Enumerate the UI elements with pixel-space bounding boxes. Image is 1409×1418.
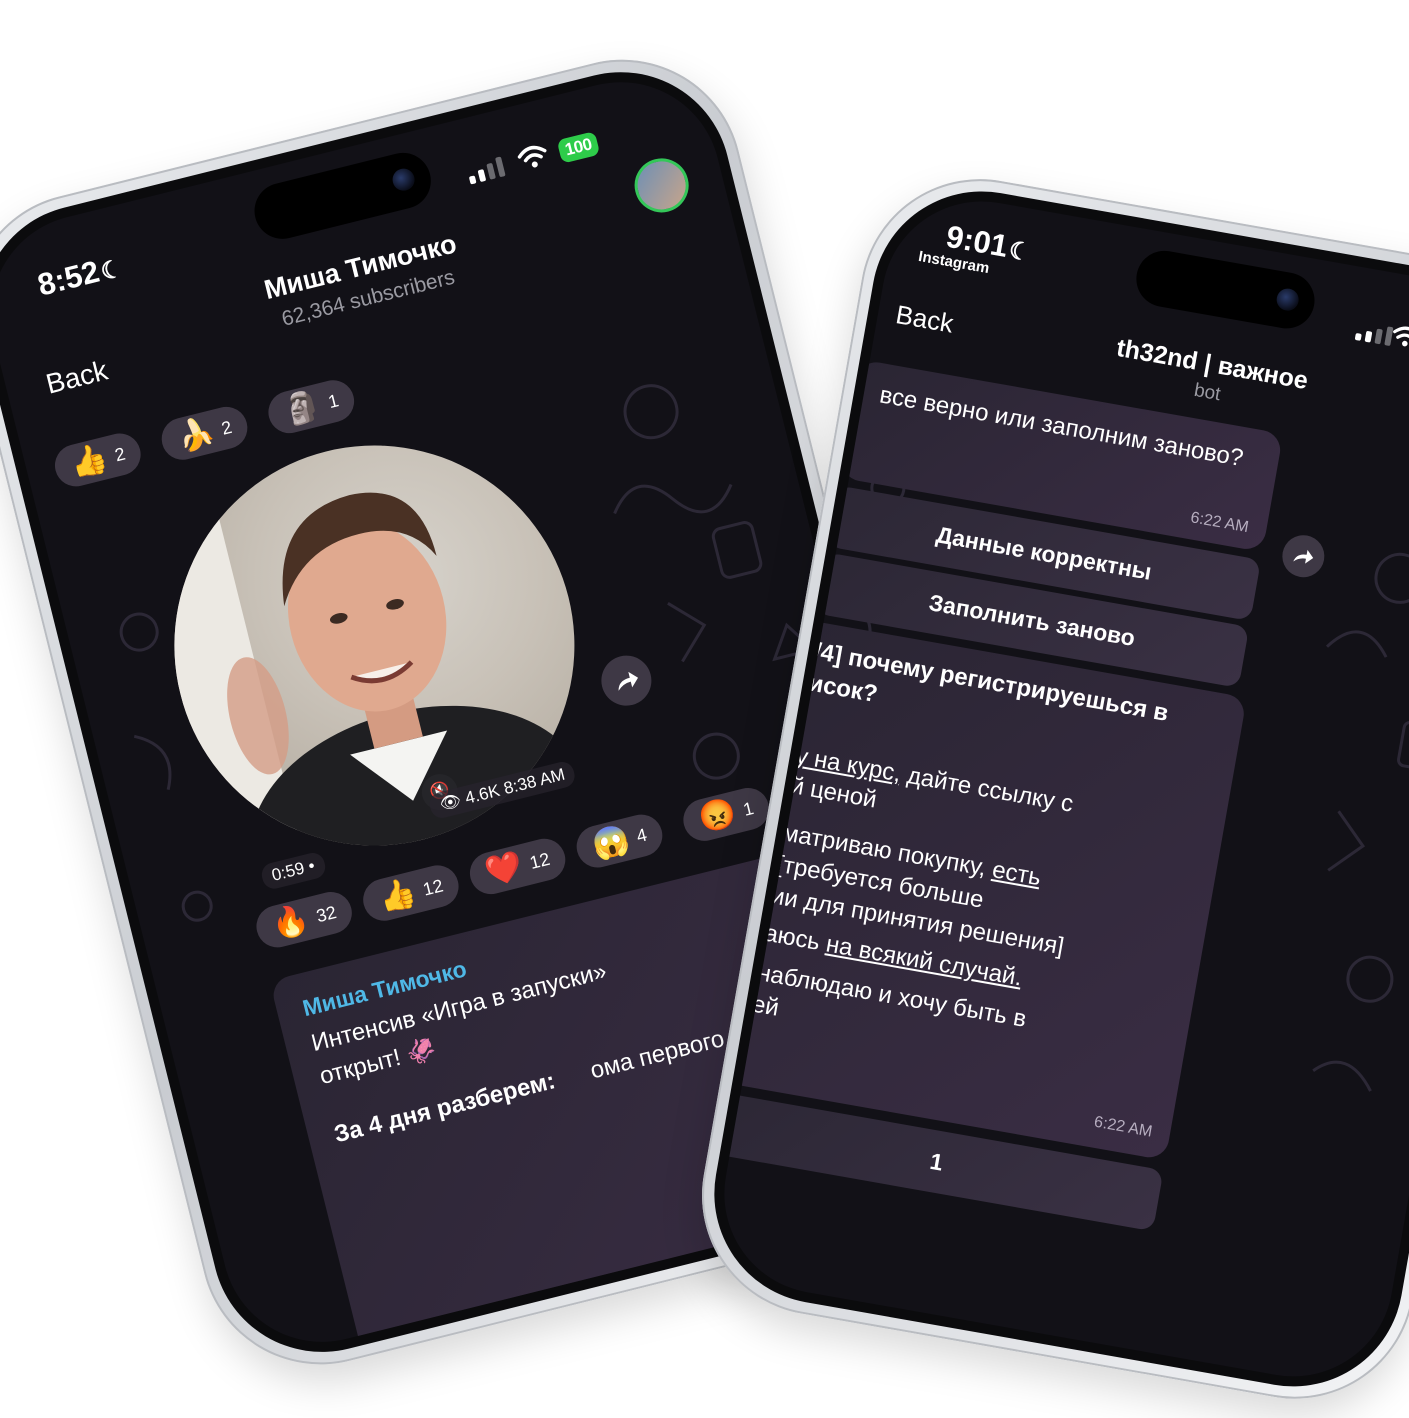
reaction-scream[interactable]: 😱 4	[572, 810, 668, 872]
status-time: 8:52☾	[34, 248, 126, 304]
message-time: 6:22 AM	[1189, 509, 1250, 537]
signal-icon	[466, 156, 506, 185]
heart-icon: ❤️	[481, 848, 527, 890]
video-duration: 0:59 •	[259, 850, 328, 892]
reaction-count: 12	[420, 874, 446, 900]
reaction-count: 12	[527, 848, 552, 873]
moai-icon: 🗿	[280, 387, 325, 429]
video-message-circle[interactable]: 🔇	[131, 403, 617, 888]
reaction-moai-top[interactable]: 🗿 1	[263, 375, 359, 438]
signal-icon	[1354, 321, 1394, 347]
reaction-count: 1	[326, 389, 341, 412]
time-text: 8:52	[34, 253, 103, 303]
fire-icon: 🔥	[268, 902, 313, 944]
option-text: дайте ссылку с	[898, 760, 1076, 818]
reaction-thumbs-up-top[interactable]: 👍 2	[50, 428, 146, 491]
banana-icon: 🍌	[173, 414, 218, 456]
moon-icon: ☾	[1006, 236, 1033, 268]
reaction-count: 4	[634, 824, 649, 846]
reaction-count: 1	[741, 797, 756, 820]
right-phone: 9:01☾ Instagram 100 Back th32nd | важное…	[683, 160, 1409, 1418]
message-time: 6:22 AM	[1092, 1113, 1154, 1141]
battery-indicator: 100	[556, 131, 601, 164]
scream-icon: 😱	[588, 822, 633, 864]
forward-icon[interactable]	[1279, 531, 1328, 581]
option-link[interactable]: есть	[990, 856, 1043, 891]
option-text: аюсь	[762, 919, 829, 958]
reaction-fire[interactable]: 🔥 32	[252, 887, 357, 952]
views-count: 4.6K	[463, 780, 502, 808]
forward-icon[interactable]	[596, 650, 657, 711]
reaction-thumbs-up[interactable]: 👍 12	[358, 860, 464, 926]
thumbs-up-icon: 👍	[375, 875, 420, 917]
reaction-count: 2	[219, 416, 234, 439]
duration-text: 0:59	[269, 858, 307, 885]
reaction-banana-top[interactable]: 🍌 2	[157, 402, 253, 465]
reaction-count: 32	[314, 901, 339, 926]
eye-icon: 👁	[437, 790, 464, 815]
reaction-heart[interactable]: ❤️ 12	[465, 834, 571, 899]
wifi-icon	[517, 145, 547, 168]
telegram-bot-screen: 9:01☾ Instagram 100 Back th32nd | важное…	[708, 185, 1409, 1393]
reaction-count: 2	[112, 443, 128, 465]
thumbs-up-icon: 👍	[67, 441, 112, 483]
angry-icon: 😡	[695, 795, 740, 837]
reaction-angry[interactable]: 😡 1	[678, 783, 774, 846]
person-face-illustration	[131, 480, 586, 888]
wifi-icon	[1393, 326, 1409, 347]
moon-icon: ☾	[97, 254, 126, 287]
